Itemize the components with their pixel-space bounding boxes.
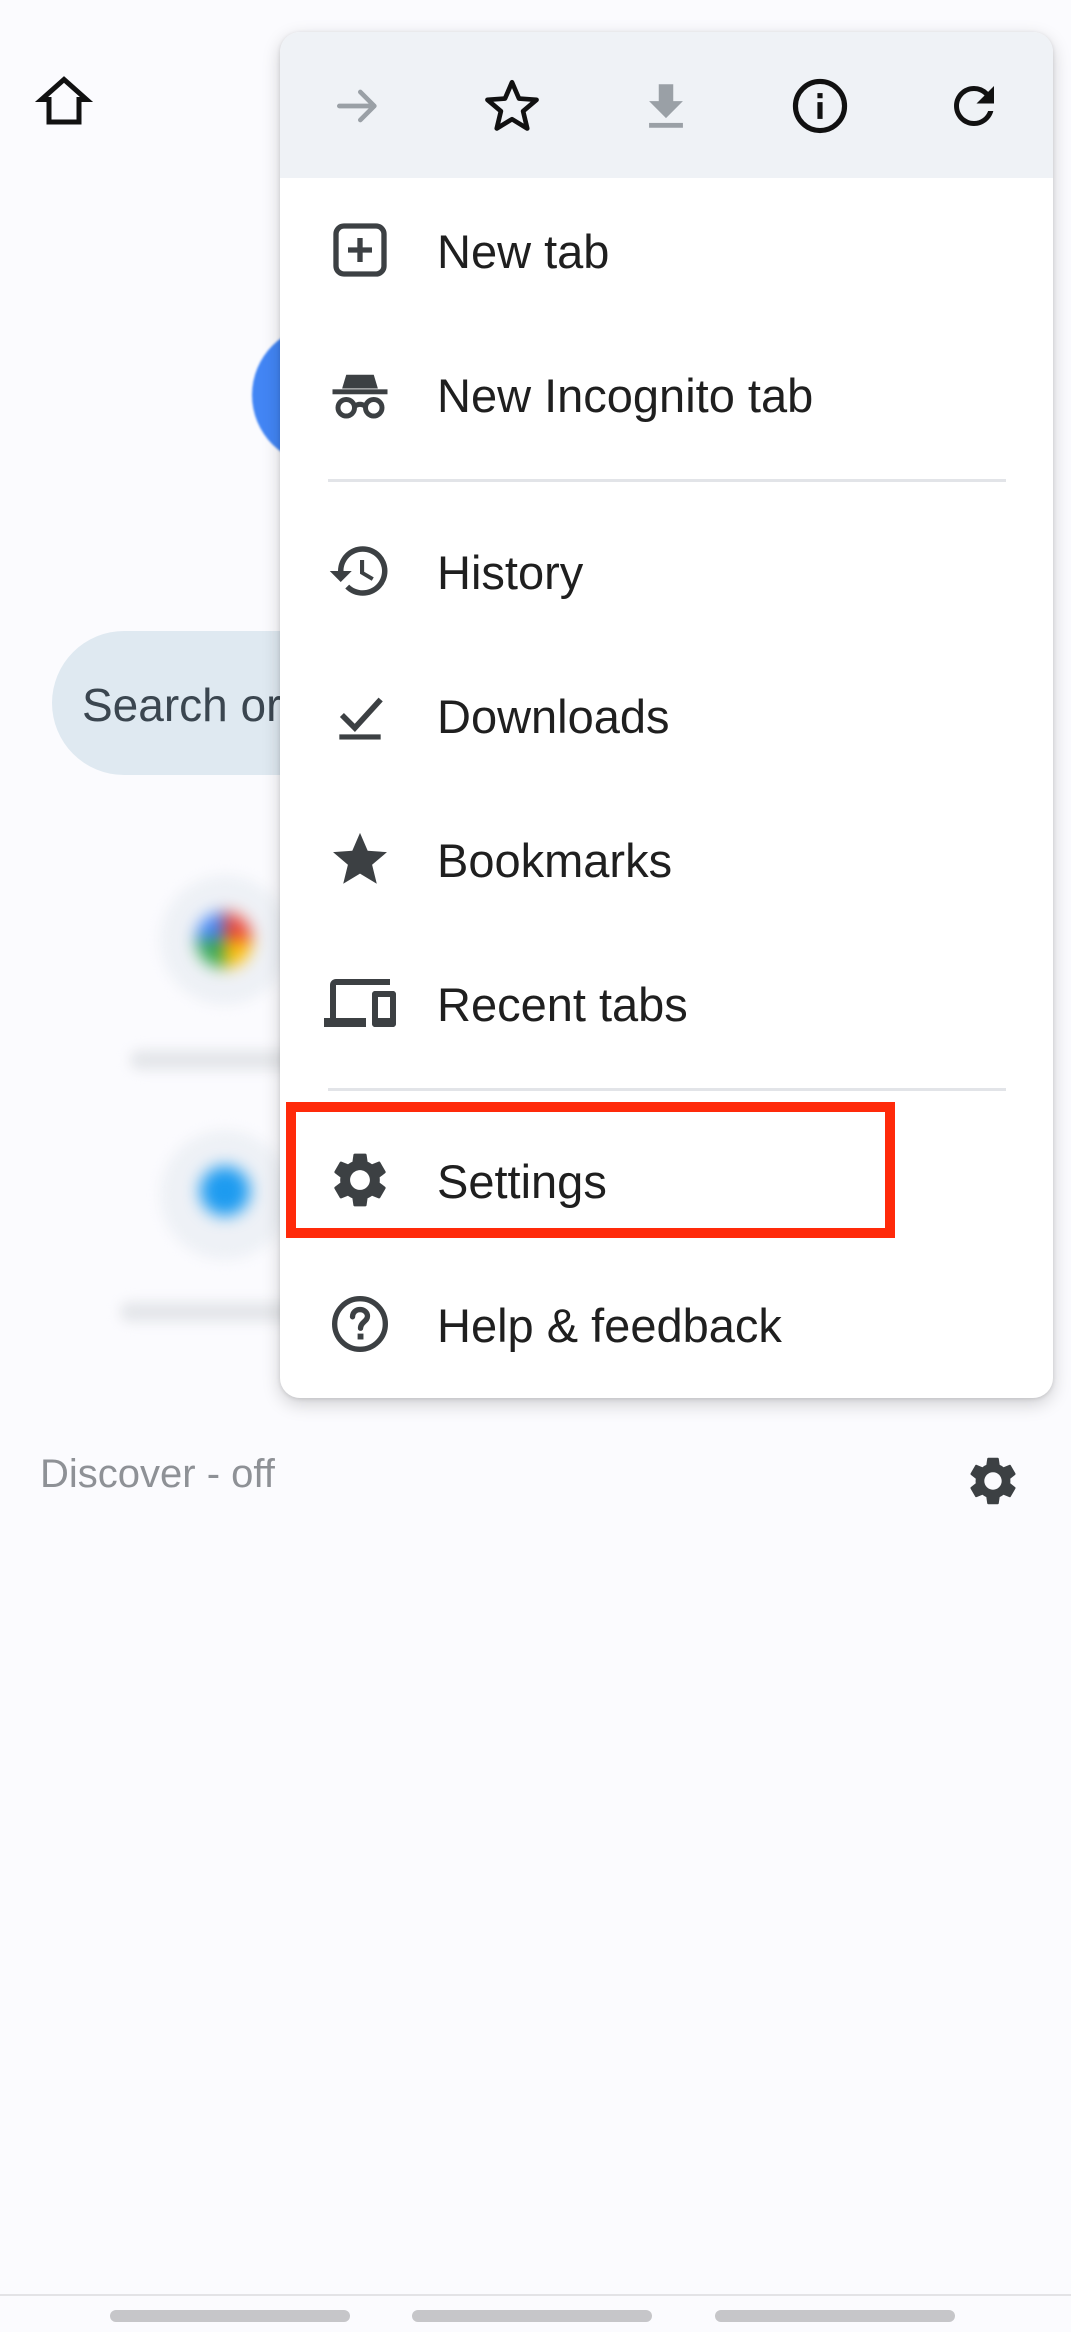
settings-highlight-box: [286, 1102, 895, 1238]
menu-item-new-incognito-tab[interactable]: New Incognito tab: [280, 322, 1053, 466]
refresh-button[interactable]: [936, 68, 1012, 144]
info-icon: [792, 78, 848, 134]
menu-item-new-tab[interactable]: New tab: [280, 178, 1053, 322]
menu-item-label: History: [437, 546, 584, 599]
refresh-icon: [954, 86, 994, 126]
forward-icon: [337, 89, 377, 123]
menu-item-label: Downloads: [437, 690, 670, 743]
nav-handle: [715, 2310, 955, 2322]
menu-item-label: Bookmarks: [437, 834, 673, 887]
bottom-divider: [0, 2294, 1071, 2296]
help-icon: [324, 1288, 396, 1360]
menu-item-label: New Incognito tab: [437, 369, 814, 422]
add-box-icon: [324, 214, 396, 286]
download-page-button[interactable]: [628, 68, 704, 144]
gear-icon: [970, 1457, 1016, 1505]
devices-icon: [324, 967, 396, 1039]
incognito-icon: [324, 358, 396, 430]
menu-item-downloads[interactable]: Downloads: [280, 643, 1053, 787]
page-info-button[interactable]: [782, 68, 858, 144]
shortcut-favicon: [196, 912, 252, 968]
star-outline-icon: [485, 79, 539, 131]
home-button[interactable]: [28, 66, 100, 138]
menu-item-label: New tab: [437, 225, 610, 278]
menu-item-history[interactable]: History: [280, 499, 1053, 643]
nav-handle: [110, 2310, 350, 2322]
search-placeholder: Search or: [82, 679, 282, 731]
menu-item-help-feedback[interactable]: Help & feedback: [280, 1252, 1053, 1396]
shortcut-favicon: [200, 1166, 250, 1216]
discover-status: Discover - off: [40, 1452, 275, 1496]
download-done-icon: [324, 679, 396, 751]
menu-item-bookmarks[interactable]: Bookmarks: [280, 787, 1053, 931]
home-icon: [34, 76, 94, 125]
menu-divider: [328, 1088, 1006, 1091]
history-icon: [324, 535, 396, 607]
menu-item-label: Help & feedback: [437, 1299, 782, 1352]
bookmark-page-button[interactable]: [474, 68, 550, 144]
download-icon: [649, 84, 683, 128]
menu-action-bar: [280, 32, 1053, 178]
discover-settings-button[interactable]: [964, 1452, 1022, 1510]
menu-divider: [328, 479, 1006, 482]
star-filled-icon: [324, 823, 396, 895]
menu-item-recent-tabs[interactable]: Recent tabs: [280, 931, 1053, 1075]
nav-handle: [412, 2310, 652, 2322]
menu-item-label: Recent tabs: [437, 978, 688, 1031]
forward-button[interactable]: [320, 68, 396, 144]
